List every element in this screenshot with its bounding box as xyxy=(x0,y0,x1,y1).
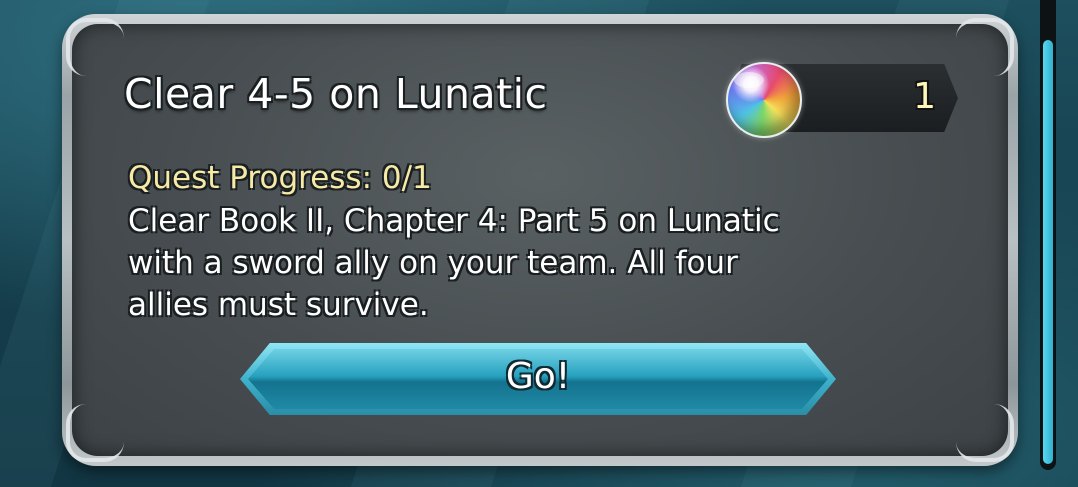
frame-ornament xyxy=(66,404,124,462)
scrollbar-thumb[interactable] xyxy=(1043,40,1053,464)
scrollbar[interactable] xyxy=(1040,0,1056,470)
reward-badge: 1 xyxy=(710,62,966,138)
quest-title: Clear 4-5 on Lunatic xyxy=(124,70,548,118)
frame-ornament xyxy=(66,18,124,76)
orb-highlight xyxy=(734,72,764,88)
game-screen: Clear 4-5 on Lunatic 1 Quest Progress: 0… xyxy=(0,0,1078,487)
frame-ornament xyxy=(956,404,1014,462)
quest-progress: Quest Progress: 0/1 xyxy=(128,160,432,196)
go-button[interactable]: Go! xyxy=(240,343,836,415)
reward-count: 1 xyxy=(913,76,936,117)
quest-description: Clear Book II, Chapter 4: Part 5 on Luna… xyxy=(128,203,780,323)
go-button-label: Go! xyxy=(505,356,571,397)
